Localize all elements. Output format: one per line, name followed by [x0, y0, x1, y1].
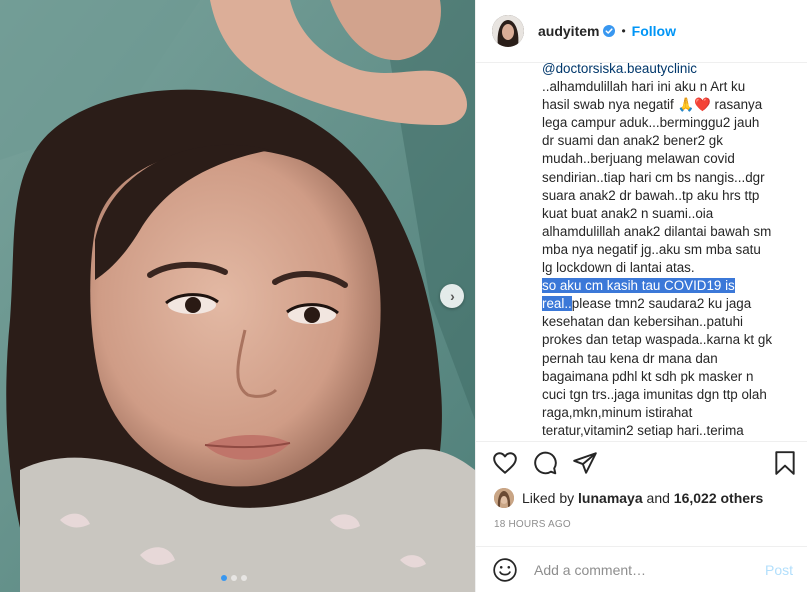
avatar[interactable] [492, 15, 524, 47]
caption-line: raga,mkn,minum istirahat [542, 404, 693, 420]
caption-line: hasil swab nya negatif 🙏❤️ rasanya [542, 97, 763, 113]
caption-line: please tmn2 saudara2 ku jaga [571, 296, 752, 312]
share-icon[interactable] [572, 450, 598, 476]
caption-line: dr suami dan anak2 bener2 gk [542, 133, 723, 149]
carousel-indicator [221, 575, 247, 581]
caption-line: kesehatan dan kebersihan..patuhi [542, 314, 744, 330]
likes-and: and [646, 490, 670, 506]
bookmark-icon[interactable] [772, 450, 798, 476]
caption-line: suara anak2 dr bawah..tp aku hrs ttp [542, 187, 760, 203]
separator-dot: • [621, 24, 626, 38]
caption-line: pernah tau kena dr mana dan [542, 350, 718, 366]
caption-line: cuci tgn trs..jaga imunitas dgn ttp olah [542, 386, 767, 402]
follow-button[interactable]: Follow [632, 23, 676, 39]
post-header: audyitem • Follow [476, 0, 807, 63]
caption-line: teratur,vitamin2 setiap hari..terima [542, 422, 744, 438]
caption-line: prokes dan tetap waspada..karna kt gk [542, 332, 773, 348]
likes-summary: Liked by lunamaya and 16,022 others [494, 488, 763, 508]
avatar-image [492, 15, 524, 47]
verified-badge-icon [603, 25, 616, 37]
caption-line: bagaimana pdhl kt sdh pk masker n [542, 368, 754, 384]
likes-count[interactable]: 16,022 others [674, 490, 764, 506]
post-timestamp[interactable]: 18 HOURS AGO [494, 519, 571, 530]
post-comment-button[interactable]: Post [765, 562, 793, 578]
next-arrow-icon: › [450, 288, 455, 304]
caption-text: @doctorsiska.beautyclinic ..alhamdulilla… [542, 63, 790, 440]
carousel-dot [221, 575, 227, 581]
caption-scroll-area[interactable]: @doctorsiska.beautyclinic ..alhamdulilla… [476, 63, 807, 442]
caption-line: kuat buat anak2 n suami..oia [542, 205, 714, 221]
caption-line: sendirian..tiap hari cm bs nangis...dgr [542, 169, 765, 185]
caption-line: alhamdulillah anak2 dilantai bawah sm [542, 223, 772, 239]
liker-avatar[interactable] [494, 488, 514, 508]
emoji-icon[interactable] [492, 557, 518, 583]
comment-input[interactable] [532, 560, 765, 579]
caption-line: mba nya negatif jg..aku sm mba satu [542, 241, 761, 257]
username[interactable]: audyitem [538, 23, 599, 39]
caption-line: mudah..berjuang melawan covid [542, 151, 735, 167]
selected-text: so aku cm kasih tau COVID19 is [542, 278, 735, 294]
liked-by-label: Liked by [522, 490, 575, 506]
selected-text: real.. [542, 296, 572, 312]
heart-icon[interactable] [492, 450, 518, 476]
comment-bar: Post [476, 546, 807, 592]
post-actions [492, 450, 795, 482]
liker-username[interactable]: lunamaya [578, 490, 643, 506]
liker-avatar-image [494, 488, 514, 508]
post-details-panel: audyitem • Follow @doctorsiska.beautycli… [475, 0, 807, 592]
caption-line: lega campur aduk...berminggu2 jauh [542, 115, 760, 131]
carousel-dot [231, 575, 237, 581]
carousel-dot [241, 575, 247, 581]
next-photo-button[interactable]: › [440, 284, 464, 308]
comment-icon[interactable] [532, 450, 558, 476]
post-photo[interactable]: › [0, 0, 475, 592]
mention-link[interactable]: @doctorsiska.beautyclinic [542, 63, 697, 76]
caption-line: ..alhamdulillah hari ini aku n Art ku [542, 79, 746, 95]
portrait-illustration [0, 0, 475, 592]
caption-line: lg lockdown di lantai atas. [542, 260, 695, 276]
